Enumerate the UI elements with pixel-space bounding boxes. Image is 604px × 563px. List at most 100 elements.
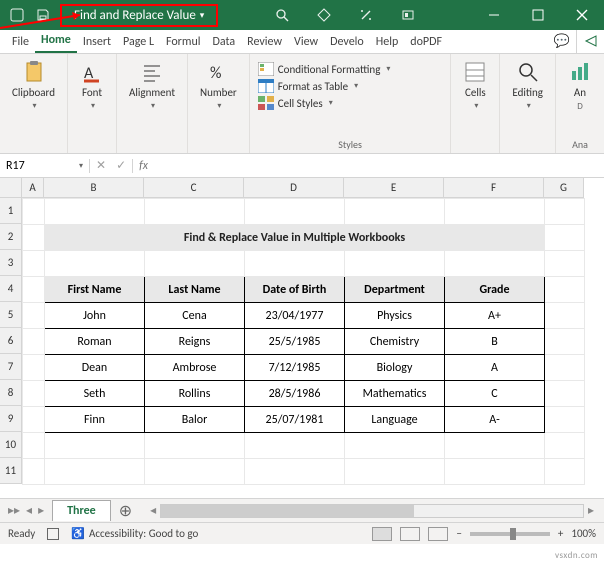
horizontal-scrollbar[interactable]: [160, 504, 584, 518]
cell[interactable]: Balor: [145, 407, 245, 433]
cell[interactable]: Reigns: [145, 329, 245, 355]
cell[interactable]: Date of Birth: [245, 277, 345, 303]
cell[interactable]: [45, 433, 145, 459]
zoom-slider[interactable]: [470, 532, 550, 536]
cell[interactable]: [445, 459, 545, 485]
tab-developer[interactable]: Develo: [324, 31, 370, 53]
cell[interactable]: [23, 433, 45, 459]
cell[interactable]: [545, 251, 585, 277]
cell[interactable]: [545, 355, 585, 381]
cell[interactable]: [445, 251, 545, 277]
cell[interactable]: [545, 329, 585, 355]
column-header[interactable]: F: [444, 178, 544, 198]
zoom-level[interactable]: 100%: [571, 527, 596, 540]
spreadsheet-grid[interactable]: ABCDEFG 1234567891011 Find & Replace Val…: [0, 178, 604, 498]
tab-review[interactable]: Review: [241, 31, 288, 53]
search-icon[interactable]: [273, 6, 291, 24]
tab-data[interactable]: Data: [207, 31, 242, 53]
zoom-in-button[interactable]: +: [558, 527, 563, 540]
cell[interactable]: 28/5/1986: [245, 381, 345, 407]
cell[interactable]: [23, 407, 45, 433]
editing-button[interactable]: Editing▾: [508, 58, 547, 113]
cell[interactable]: Finn: [45, 407, 145, 433]
magic-icon[interactable]: [357, 6, 375, 24]
cell[interactable]: Grade: [445, 277, 545, 303]
cell[interactable]: [23, 277, 45, 303]
clipboard-button[interactable]: Clipboard▾: [8, 58, 59, 113]
column-header[interactable]: B: [44, 178, 144, 198]
row-header[interactable]: 1: [0, 198, 22, 224]
share-button[interactable]: [576, 29, 604, 53]
accessibility-status[interactable]: ♿Accessibility: Good to go: [71, 527, 198, 540]
cell[interactable]: Physics: [345, 303, 445, 329]
cell[interactable]: [23, 355, 45, 381]
column-header[interactable]: D: [244, 178, 344, 198]
cell[interactable]: [23, 199, 45, 225]
cell[interactable]: John: [45, 303, 145, 329]
row-header[interactable]: 11: [0, 458, 22, 484]
sheet-tab-active[interactable]: Three: [52, 500, 111, 521]
row-header[interactable]: 10: [0, 432, 22, 458]
cell[interactable]: Biology: [345, 355, 445, 381]
cell[interactable]: [145, 199, 245, 225]
number-button[interactable]: % Number▾: [196, 58, 241, 113]
cell[interactable]: [23, 329, 45, 355]
cell[interactable]: [545, 381, 585, 407]
cell[interactable]: Department: [345, 277, 445, 303]
cell[interactable]: [45, 459, 145, 485]
cell[interactable]: 23/04/1977: [245, 303, 345, 329]
cell[interactable]: [23, 459, 45, 485]
cell[interactable]: Find & Replace Value in Multiple Workboo…: [45, 225, 545, 251]
macro-record-icon[interactable]: [47, 528, 59, 540]
tab-dopdf[interactable]: doPDF: [404, 31, 448, 53]
view-page-layout-button[interactable]: [400, 527, 420, 541]
cell[interactable]: Chemistry: [345, 329, 445, 355]
cell[interactable]: 7/12/1985: [245, 355, 345, 381]
cell[interactable]: Dean: [45, 355, 145, 381]
cell[interactable]: Ambrose: [145, 355, 245, 381]
analyze-button[interactable]: An D: [564, 58, 596, 114]
cell[interactable]: Rollins: [145, 381, 245, 407]
cell[interactable]: A+: [445, 303, 545, 329]
cell[interactable]: [23, 381, 45, 407]
cell[interactable]: [345, 433, 445, 459]
name-box[interactable]: R17 ▾: [0, 159, 90, 173]
conditional-formatting-button[interactable]: Conditional Formatting▾: [258, 62, 391, 76]
account-icon[interactable]: [399, 6, 417, 24]
cell[interactable]: [545, 303, 585, 329]
enter-formula-icon[interactable]: ✓: [116, 158, 126, 173]
column-header[interactable]: E: [344, 178, 444, 198]
cell[interactable]: [345, 459, 445, 485]
tab-formulas[interactable]: Formul: [160, 31, 207, 53]
sheet-nav-prev[interactable]: ◂: [24, 503, 34, 518]
cell[interactable]: C: [445, 381, 545, 407]
column-header[interactable]: A: [22, 178, 44, 198]
minimize-button[interactable]: [472, 0, 516, 30]
row-header[interactable]: 7: [0, 354, 22, 380]
cell[interactable]: Seth: [45, 381, 145, 407]
cell[interactable]: [245, 459, 345, 485]
cell[interactable]: [545, 225, 585, 251]
cell[interactable]: [245, 433, 345, 459]
cell[interactable]: [45, 199, 145, 225]
cell[interactable]: 25/5/1985: [245, 329, 345, 355]
sheet-nav-first[interactable]: ▸▸: [6, 503, 22, 518]
comments-icon[interactable]: 💬: [548, 29, 576, 53]
cell[interactable]: [345, 251, 445, 277]
cell[interactable]: [545, 277, 585, 303]
alignment-button[interactable]: Alignment▾: [125, 58, 179, 113]
close-button[interactable]: [560, 0, 604, 30]
view-page-break-button[interactable]: [428, 527, 448, 541]
cell[interactable]: Mathematics: [345, 381, 445, 407]
maximize-button[interactable]: [516, 0, 560, 30]
tab-page-layout[interactable]: Page L: [117, 31, 160, 53]
cells-button[interactable]: Cells▾: [459, 58, 491, 113]
row-header[interactable]: 5: [0, 302, 22, 328]
cell[interactable]: [23, 303, 45, 329]
sheet-nav-next[interactable]: ▸: [36, 503, 46, 518]
cell[interactable]: A-: [445, 407, 545, 433]
tab-help[interactable]: Help: [370, 31, 405, 53]
select-all-corner[interactable]: [0, 178, 22, 198]
cell[interactable]: [145, 433, 245, 459]
row-header[interactable]: 3: [0, 250, 22, 276]
